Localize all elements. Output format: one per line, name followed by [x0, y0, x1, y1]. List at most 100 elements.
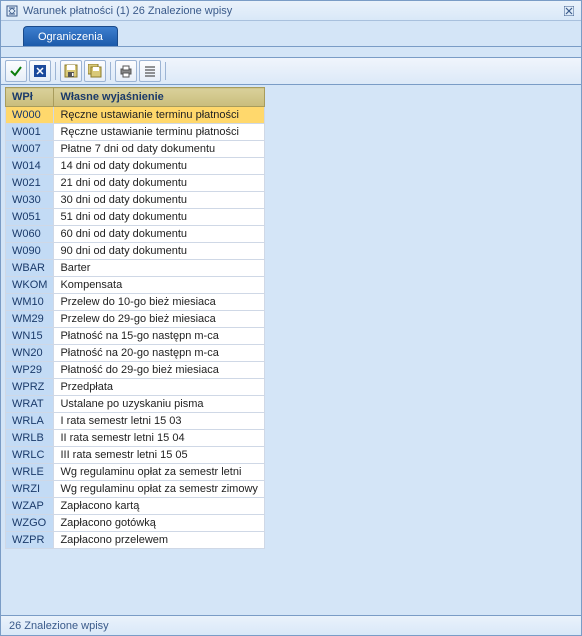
table-row[interactable]: W01414 dni od daty dokumentu: [6, 158, 265, 175]
table-row[interactable]: WM29Przelew do 29-go bież miesiaca: [6, 311, 265, 328]
cancel-button[interactable]: [29, 60, 51, 82]
floppy-icon: [64, 64, 78, 78]
table-row[interactable]: WN15Płatność na 15-go następn m-ca: [6, 328, 265, 345]
accept-button[interactable]: [5, 60, 27, 82]
table-row[interactable]: W06060 dni od daty dokumentu: [6, 226, 265, 243]
cell-desc: 90 dni od daty dokumentu: [54, 243, 264, 260]
cell-code: W021: [6, 175, 54, 192]
status-text: 26 Znalezione wpisy: [9, 620, 109, 632]
cell-desc: 60 dni od daty dokumentu: [54, 226, 264, 243]
cell-code: W051: [6, 209, 54, 226]
cell-code: WKOM: [6, 277, 54, 294]
cell-code: W030: [6, 192, 54, 209]
col-header-code[interactable]: WPł: [6, 88, 54, 107]
table-header-row: WPł Własne wyjaśnienie: [6, 88, 265, 107]
toolbar-separator: [165, 62, 166, 80]
cell-desc: Wg regulaminu opłat za semestr letni: [54, 464, 264, 481]
cell-desc: Przelew do 10-go bież miesiaca: [54, 294, 264, 311]
dialog-window: Warunek płatności (1) 26 Znalezione wpis…: [0, 0, 582, 636]
list-icon: [143, 64, 157, 78]
cell-code: WM29: [6, 311, 54, 328]
table-row[interactable]: W000Ręczne ustawianie terminu płatności: [6, 107, 265, 124]
table-row[interactable]: WRATUstalane po uzyskaniu pisma: [6, 396, 265, 413]
table-row[interactable]: WKOMKompensata: [6, 277, 265, 294]
cell-code: WZGO: [6, 515, 54, 532]
cell-desc: I rata semestr letni 15 03: [54, 413, 264, 430]
cell-desc: 51 dni od daty dokumentu: [54, 209, 264, 226]
table-row[interactable]: WRLCIII rata semestr letni 15 05: [6, 447, 265, 464]
cell-code: WPRZ: [6, 379, 54, 396]
table-row[interactable]: W09090 dni od daty dokumentu: [6, 243, 265, 260]
cell-desc: Płatne 7 dni od daty dokumentu: [54, 141, 264, 158]
cell-desc: Ręczne ustawianie terminu płatności: [54, 124, 264, 141]
cell-code: WZPR: [6, 532, 54, 549]
table-row[interactable]: W02121 dni od daty dokumentu: [6, 175, 265, 192]
table-row[interactable]: WM10Przelew do 10-go bież miesiaca: [6, 294, 265, 311]
cell-desc: Płatność do 29-go bież miesiaca: [54, 362, 264, 379]
settings-button[interactable]: [139, 60, 161, 82]
cell-desc: Wg regulaminu opłat za semestr zimowy: [54, 481, 264, 498]
print-icon: [119, 64, 133, 78]
cell-code: WP29: [6, 362, 54, 379]
content-area[interactable]: WPł Własne wyjaśnienie W000Ręczne ustawi…: [1, 85, 581, 615]
table-row[interactable]: WZPRZapłacono przelewem: [6, 532, 265, 549]
table-row[interactable]: WRLEWg regulaminu opłat za semestr letni: [6, 464, 265, 481]
cell-code: W001: [6, 124, 54, 141]
print-button[interactable]: [115, 60, 137, 82]
cell-desc: 21 dni od daty dokumentu: [54, 175, 264, 192]
tab-restrictions[interactable]: Ograniczenia: [23, 26, 118, 46]
cell-code: WRLC: [6, 447, 54, 464]
window-icon: [5, 4, 19, 18]
cell-code: WRLE: [6, 464, 54, 481]
table-row[interactable]: WRZIWg regulaminu opłat za semestr zimow…: [6, 481, 265, 498]
cell-desc: Przelew do 29-go bież miesiaca: [54, 311, 264, 328]
cell-code: W000: [6, 107, 54, 124]
cell-desc: 30 dni od daty dokumentu: [54, 192, 264, 209]
cell-desc: II rata semestr letni 15 04: [54, 430, 264, 447]
cell-code: WZAP: [6, 498, 54, 515]
cell-desc: Płatność na 20-go następn m-ca: [54, 345, 264, 362]
cell-desc: Kompensata: [54, 277, 264, 294]
close-button[interactable]: [561, 4, 577, 18]
cell-code: WRAT: [6, 396, 54, 413]
floppy-stack-icon: [88, 64, 102, 78]
table-row[interactable]: W03030 dni od daty dokumentu: [6, 192, 265, 209]
table-row[interactable]: WBARBarter: [6, 260, 265, 277]
cell-code: WN20: [6, 345, 54, 362]
cell-code: WRZI: [6, 481, 54, 498]
col-header-desc[interactable]: Własne wyjaśnienie: [54, 88, 264, 107]
tab-label: Ograniczenia: [38, 31, 103, 43]
cell-desc: Barter: [54, 260, 264, 277]
table-row[interactable]: WRLBII rata semestr letni 15 04: [6, 430, 265, 447]
cell-desc: Zapłacono gotówką: [54, 515, 264, 532]
table-row[interactable]: W001Ręczne ustawianie terminu płatności: [6, 124, 265, 141]
table-row[interactable]: WZAPZapłacono kartą: [6, 498, 265, 515]
cell-code: WRLA: [6, 413, 54, 430]
statusbar: 26 Znalezione wpisy: [1, 615, 581, 635]
cell-code: WRLB: [6, 430, 54, 447]
check-icon: [9, 64, 23, 78]
results-table: WPł Własne wyjaśnienie W000Ręczne ustawi…: [5, 87, 265, 549]
toolbar-separator: [55, 62, 56, 80]
cell-desc: Zapłacono kartą: [54, 498, 264, 515]
table-row[interactable]: WPRZPrzedpłata: [6, 379, 265, 396]
cell-desc: Płatność na 15-go następn m-ca: [54, 328, 264, 345]
spacer: [1, 47, 581, 57]
cell-code: W060: [6, 226, 54, 243]
cell-code: W014: [6, 158, 54, 175]
table-row[interactable]: WRLAI rata semestr letni 15 03: [6, 413, 265, 430]
save-button[interactable]: [60, 60, 82, 82]
cell-desc: 14 dni od daty dokumentu: [54, 158, 264, 175]
table-row[interactable]: WZGOZapłacono gotówką: [6, 515, 265, 532]
table-row[interactable]: W007Płatne 7 dni od daty dokumentu: [6, 141, 265, 158]
table-row[interactable]: WN20Płatność na 20-go następn m-ca: [6, 345, 265, 362]
save-as-button[interactable]: [84, 60, 106, 82]
cell-desc: III rata semestr letni 15 05: [54, 447, 264, 464]
cell-code: WM10: [6, 294, 54, 311]
table-row[interactable]: W05151 dni od daty dokumentu: [6, 209, 265, 226]
toolbar-separator: [110, 62, 111, 80]
table-row[interactable]: WP29Płatność do 29-go bież miesiaca: [6, 362, 265, 379]
tabstrip: Ograniczenia: [1, 21, 581, 47]
titlebar: Warunek płatności (1) 26 Znalezione wpis…: [1, 1, 581, 21]
cell-desc: Ustalane po uzyskaniu pisma: [54, 396, 264, 413]
